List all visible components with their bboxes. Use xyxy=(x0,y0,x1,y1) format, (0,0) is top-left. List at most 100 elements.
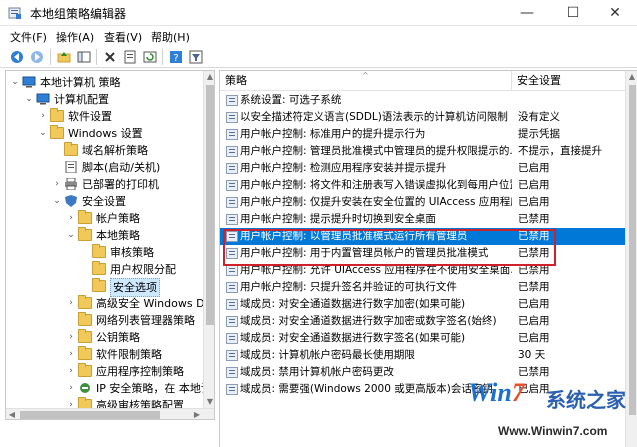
tree-vertical-scrollbar[interactable]: ▲ ▼ xyxy=(203,71,214,408)
policy-setting-icon xyxy=(226,316,238,327)
properties-icon[interactable] xyxy=(121,48,139,66)
folder-icon xyxy=(78,312,92,326)
folder-icon xyxy=(50,108,64,122)
expand-chevron-icon[interactable]: › xyxy=(66,363,76,380)
scroll-right-arrow-icon[interactable]: ▶ xyxy=(191,409,203,419)
folder-open-icon xyxy=(92,278,106,292)
navigation-tree: ⌄ 本地计算机 策略 ⌄ 计算机配置 › 软件设置 ⌄ Windows 设置 域名解析策略 脚本(… xyxy=(5,70,215,420)
policy-setting-icon xyxy=(226,163,238,174)
scroll-left-arrow-icon[interactable]: ◀ xyxy=(6,409,18,419)
policy-setting-icon xyxy=(226,180,238,191)
tree-item-label: 已部署的打印机 xyxy=(82,178,159,191)
policy-setting-icon xyxy=(226,214,238,225)
list-scroll-up-arrow-icon[interactable]: ▲ xyxy=(626,71,637,83)
maximize-button[interactable]: ☐ xyxy=(551,0,595,26)
policy-security-setting: 已启用 xyxy=(518,179,550,191)
expand-chevron-icon[interactable]: › xyxy=(66,380,76,397)
menu-file[interactable]: 文件(F) xyxy=(10,29,47,45)
policy-row[interactable]: 域成员: 对安全通道数据进行数字加密(如果可能) 已启用 xyxy=(220,296,625,313)
policy-row[interactable]: 用户帐户控制: 将文件和注册表写入错误虚拟化到每用户位置 已启用 xyxy=(220,177,625,194)
minimize-button[interactable]: — xyxy=(505,0,549,26)
policy-name: 用户帐户控制: 只提升签名并验证的可执行文件 xyxy=(240,281,457,293)
tree-item-label: 公钥策略 xyxy=(96,331,140,344)
column-header-policy-label: 策略 xyxy=(225,74,247,87)
policy-row[interactable]: 用户帐户控制: 仅提升安装在安全位置的 UIAccess 应用程序 已启用 xyxy=(220,194,625,211)
tree-item-label: 计算机配置 xyxy=(54,93,109,106)
close-button[interactable]: ✕ xyxy=(593,0,637,26)
policy-setting-icon xyxy=(226,95,238,106)
up-folder-icon[interactable] xyxy=(55,48,73,66)
tree-item-label: 安全设置 xyxy=(82,195,126,208)
watermark-logo-prefix: Win xyxy=(468,378,512,407)
collapse-chevron-icon[interactable]: ⌄ xyxy=(66,227,76,244)
policy-security-setting: 已禁用 xyxy=(518,281,550,293)
filter-icon[interactable] xyxy=(187,48,205,66)
list-scroll-thumb[interactable] xyxy=(629,85,636,415)
scroll-up-arrow-icon[interactable]: ▲ xyxy=(204,71,214,83)
policy-setting-icon xyxy=(226,265,238,276)
back-icon[interactable] xyxy=(8,48,26,66)
ip-security-icon xyxy=(78,382,92,394)
refresh-icon[interactable] xyxy=(141,48,159,66)
policy-editor-app-icon xyxy=(8,7,21,19)
policy-name: 系统设置: 可选子系统 xyxy=(240,94,342,106)
folder-icon xyxy=(64,142,78,156)
toolbar: ? xyxy=(0,46,637,68)
policy-row[interactable]: 域成员: 计算机帐户密码最长使用期限 30 天 xyxy=(220,347,625,364)
forward-icon[interactable] xyxy=(28,48,46,66)
policy-setting-icon xyxy=(226,282,238,293)
policy-security-setting: 已禁用 xyxy=(518,213,550,225)
menu-view[interactable]: 查看(V) xyxy=(104,29,142,45)
watermark-url: Www.Winwin7.com xyxy=(498,424,608,438)
expand-chevron-icon[interactable]: › xyxy=(66,329,76,346)
policy-row[interactable]: 用户帐户控制: 标准用户的提升提示行为 提示凭据 xyxy=(220,126,625,143)
policy-row[interactable]: 以安全描述符定义语言(SDDL)语法表示的计算机访问限制 没有定义 xyxy=(220,109,625,126)
folder-icon xyxy=(78,295,92,309)
policy-row[interactable]: 用户帐户控制: 检测应用程序安装并提示提升 已启用 xyxy=(220,160,625,177)
policy-name: 用户帐户控制: 标准用户的提升提示行为 xyxy=(240,128,426,140)
delete-icon[interactable] xyxy=(101,48,119,66)
expand-chevron-icon[interactable]: › xyxy=(52,176,62,193)
collapse-chevron-icon[interactable]: ⌄ xyxy=(10,74,20,91)
column-header-security-setting[interactable]: 安全设置 xyxy=(512,71,625,91)
policy-row[interactable]: 用户帐户控制: 管理员批准模式中管理员的提升权限提示的... 不提示，直接提升 xyxy=(220,143,625,160)
tree-item-label: 域名解析策略 xyxy=(82,144,148,157)
expand-chevron-icon[interactable]: › xyxy=(66,210,76,227)
show-hide-tree-icon[interactable] xyxy=(75,48,93,66)
svg-text:?: ? xyxy=(173,53,178,64)
policy-setting-icon xyxy=(226,299,238,310)
policy-setting-icon xyxy=(226,197,238,208)
tree-item-label: 本地计算机 策略 xyxy=(40,76,121,89)
menu-help[interactable]: 帮助(H) xyxy=(151,29,190,45)
tree-scroll-thumb[interactable] xyxy=(206,85,214,325)
scroll-down-arrow-icon[interactable]: ▼ xyxy=(204,396,214,408)
policy-row[interactable]: 域成员: 对安全通道数据进行数字加密或数字签名(始终) 已启用 xyxy=(220,313,625,330)
expand-chevron-icon[interactable]: › xyxy=(38,108,48,125)
collapse-chevron-icon[interactable]: ⌄ xyxy=(24,91,34,108)
policy-name: 域成员: 对安全通道数据进行数字签名(如果可能) xyxy=(240,332,466,344)
column-header-policy[interactable]: ^ 策略 xyxy=(220,71,512,91)
tree-horizontal-scrollbar[interactable]: ◀ ▶ xyxy=(6,408,214,419)
policy-setting-icon xyxy=(226,146,238,157)
policy-row[interactable]: 系统设置: 可选子系统 xyxy=(220,92,625,109)
security-icon xyxy=(64,195,78,207)
column-header-setting-label: 安全设置 xyxy=(517,74,561,87)
policy-row[interactable]: 用户帐户控制: 提示提升时切换到安全桌面 已禁用 xyxy=(220,211,625,228)
tree-item-label: 帐户策略 xyxy=(96,212,140,225)
policy-row[interactable]: 域成员: 对安全通道数据进行数字签名(如果可能) 已启用 xyxy=(220,330,625,347)
expand-chevron-icon[interactable]: › xyxy=(66,295,76,312)
policy-setting-icon xyxy=(226,367,238,378)
sort-ascending-icon: ^ xyxy=(362,71,369,80)
policy-name: 用户帐户控制: 仅提升安装在安全位置的 UIAccess 应用程序 xyxy=(240,196,512,208)
watermark-logo-seven: 7 xyxy=(511,378,525,407)
expand-chevron-icon[interactable]: › xyxy=(66,346,76,363)
policy-row[interactable]: 用户帐户控制: 只提升签名并验证的可执行文件 已禁用 xyxy=(220,279,625,296)
folder-icon xyxy=(78,227,92,241)
collapse-chevron-icon[interactable]: ⌄ xyxy=(38,125,48,142)
tree-hscroll-thumb[interactable] xyxy=(20,411,160,419)
policy-security-setting: 已启用 xyxy=(518,196,550,208)
menu-action[interactable]: 操作(A) xyxy=(56,29,94,45)
tree-item-label: 本地策略 xyxy=(96,229,140,242)
collapse-chevron-icon[interactable]: ⌄ xyxy=(52,193,62,210)
help-icon[interactable]: ? xyxy=(167,48,185,66)
